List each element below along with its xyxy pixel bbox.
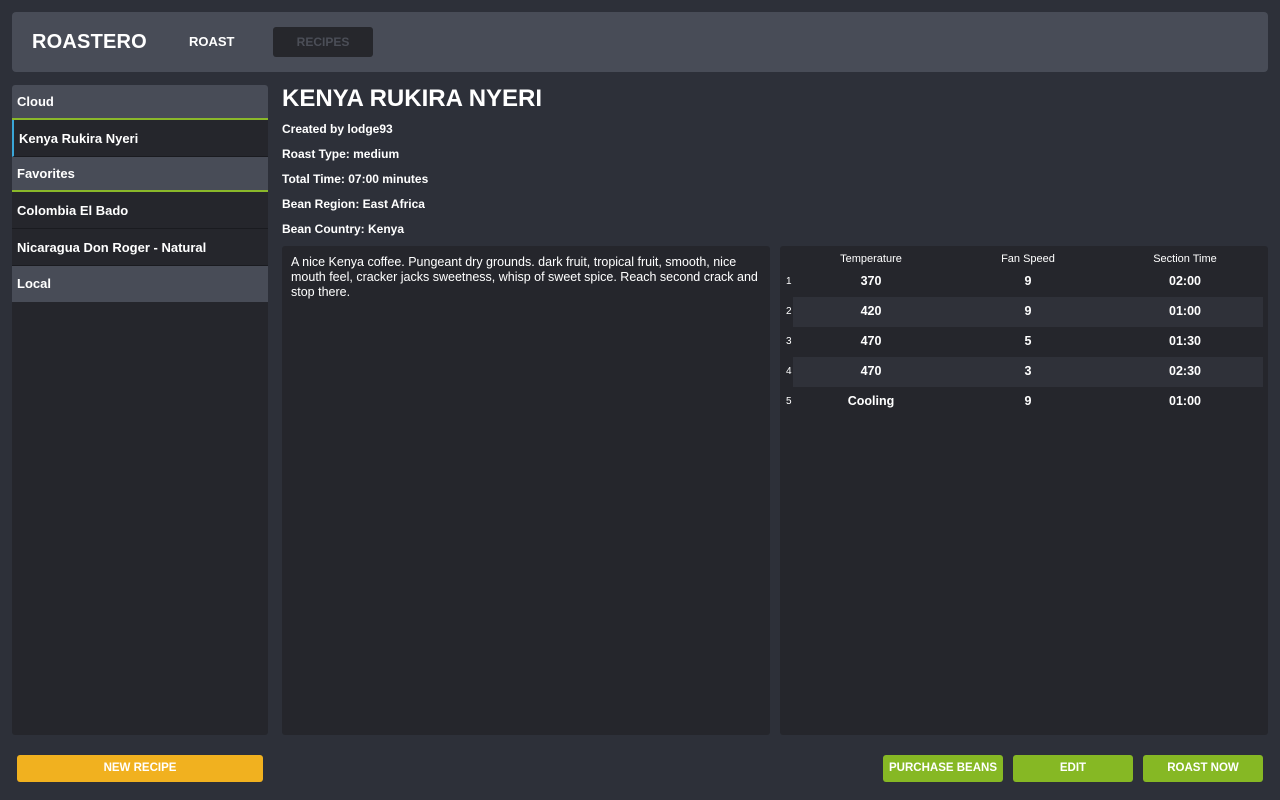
column-header-fan-speed: Fan Speed <box>1001 253 1055 265</box>
sidebar-item-nicaragua-don-roger[interactable]: Nicaragua Don Roger - Natural <box>12 229 268 266</box>
recipe-created-by: Created by lodge93 <box>282 122 393 136</box>
edit-button[interactable]: EDIT <box>1013 755 1133 782</box>
nav-roast-tab[interactable]: ROAST <box>189 27 235 57</box>
cell-fan-speed: 5 <box>1024 334 1032 348</box>
recipe-bean-country: Bean Country: Kenya <box>282 222 405 236</box>
cell-section-time: 01:30 <box>1169 334 1201 348</box>
purchase-beans-button[interactable]: PURCHASE BEANS <box>883 755 1003 782</box>
cell-fan-speed: 9 <box>1024 394 1032 408</box>
column-header-section-time: Section Time <box>1153 253 1217 265</box>
cell-section-time: 02:30 <box>1169 364 1201 378</box>
row-number: 4 <box>786 366 792 377</box>
app-brand: ROASTERO <box>32 30 147 53</box>
table-row: 1 370 9 02:00 <box>780 267 1268 297</box>
recipe-description-panel: A nice Kenya coffee. Pungeant dry ground… <box>282 246 770 735</box>
sidebar-item-kenya-rukira-nyeri[interactable]: Kenya Rukira Nyeri <box>12 120 268 157</box>
cell-temperature: 370 <box>860 274 882 288</box>
cell-fan-speed: 3 <box>1024 364 1032 378</box>
recipe-roast-type: Roast Type: medium <box>282 147 400 161</box>
recipe-bean-region: Bean Region: East Africa <box>282 197 425 211</box>
sidebar-header-favorites[interactable]: Favorites <box>12 157 268 192</box>
table-row: 5 Cooling 9 01:00 <box>780 387 1268 417</box>
row-number: 3 <box>786 336 792 347</box>
sidebar-header-local[interactable]: Local <box>12 266 268 302</box>
cell-temperature: 470 <box>860 334 882 348</box>
cell-section-time: 01:00 <box>1169 304 1201 318</box>
table-row: 4 470 3 02:30 <box>780 357 1268 387</box>
cell-fan-speed: 9 <box>1024 274 1032 288</box>
cell-temperature: 420 <box>860 304 882 318</box>
recipe-description: A nice Kenya coffee. Pungeant dry ground… <box>291 255 758 299</box>
cell-temperature: Cooling <box>847 394 895 408</box>
column-header-temperature: Temperature <box>840 253 902 265</box>
recipe-title: KENYA RUKIRA NYERI <box>282 85 543 112</box>
new-recipe-button[interactable]: NEW RECIPE <box>17 755 263 782</box>
top-bar: ROASTERO ROAST RECIPES <box>12 12 1268 72</box>
row-number: 5 <box>786 396 792 407</box>
cell-section-time: 02:00 <box>1169 274 1201 288</box>
table-row: 3 470 5 01:30 <box>780 327 1268 357</box>
nav-recipes-tab[interactable]: RECIPES <box>273 27 373 57</box>
cell-section-time: 01:00 <box>1169 394 1201 408</box>
cell-temperature: 470 <box>860 364 882 378</box>
recipe-sidebar: Cloud Kenya Rukira Nyeri Favorites Colom… <box>12 85 268 735</box>
roast-steps-table: Temperature Fan Speed Section Time 1 370… <box>780 246 1268 735</box>
cell-fan-speed: 9 <box>1024 304 1032 318</box>
recipe-total-time: Total Time: 07:00 minutes <box>282 172 429 186</box>
row-number: 2 <box>786 306 792 317</box>
sidebar-item-colombia-el-bado[interactable]: Colombia El Bado <box>12 192 268 229</box>
row-number: 1 <box>786 276 792 287</box>
table-row: 2 420 9 01:00 <box>780 297 1268 327</box>
roast-now-button[interactable]: ROAST NOW <box>1143 755 1263 782</box>
sidebar-header-cloud[interactable]: Cloud <box>12 85 268 120</box>
